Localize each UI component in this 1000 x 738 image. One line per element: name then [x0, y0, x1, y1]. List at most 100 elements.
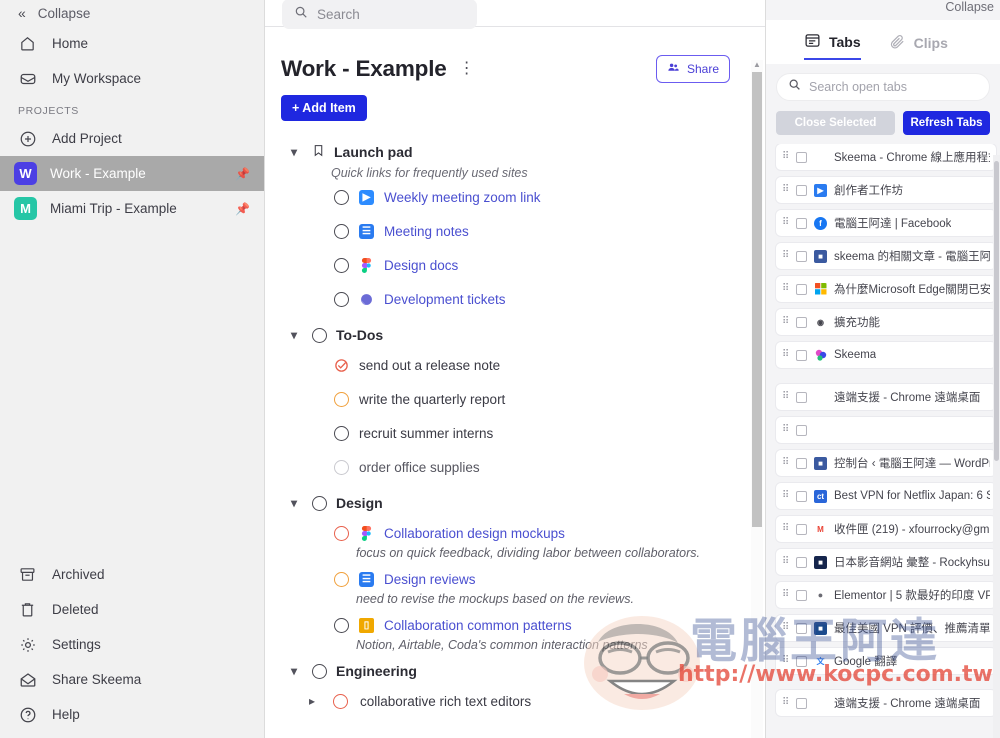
tree-item[interactable]: write the quarterly report [281, 382, 730, 416]
scroll-up-arrow-icon[interactable]: ▲ [753, 60, 761, 69]
tab-row[interactable]: ⠿ f 電腦王阿達 | Facebook [776, 210, 996, 236]
tab-checkbox[interactable] [796, 283, 807, 295]
tree-item[interactable]: send out a release note [281, 348, 730, 382]
tab-row[interactable]: ⠿ 文 Google 翻譯 [776, 648, 996, 674]
drag-handle-icon[interactable]: ⠿ [782, 350, 789, 360]
tree-item[interactable]: ☰ Design reviews [281, 562, 730, 596]
tab-checkbox[interactable] [796, 316, 807, 328]
tab-checkbox[interactable] [796, 523, 807, 535]
chevron-down-icon[interactable]: ▾ [291, 664, 303, 678]
chevron-down-icon[interactable]: ▾ [291, 145, 303, 159]
tab-checkbox[interactable] [796, 349, 807, 361]
sidebar-item-my-workspace[interactable]: My Workspace [0, 61, 264, 96]
tab-row[interactable]: ⠿ ● Elementor | 5 款最好的印度 VPN .. [776, 582, 996, 608]
group-header[interactable]: ▾ Launch pad [281, 139, 730, 165]
drag-handle-icon[interactable]: ⠿ [782, 251, 789, 261]
item-label[interactable]: collaborative rich text editors [360, 694, 531, 709]
tab-row[interactable]: ⠿ ◐ 遠端支援 - Chrome 遠端桌面 [776, 384, 996, 410]
chevron-right-icon[interactable]: ▸ [309, 694, 321, 708]
drag-handle-icon[interactable]: ⠿ [782, 185, 789, 195]
drag-handle-icon[interactable]: ⠿ [782, 152, 789, 162]
drag-handle-icon[interactable]: ⠿ [782, 317, 789, 327]
sidebar-item-settings[interactable]: Settings [0, 627, 264, 662]
tab-checkbox[interactable] [796, 184, 807, 196]
drag-handle-icon[interactable]: ⠿ [782, 218, 789, 228]
item-label[interactable]: order office supplies [359, 460, 480, 475]
status-circle-icon[interactable] [334, 189, 349, 205]
sidebar-item-archived[interactable]: Archived [0, 557, 264, 592]
status-circle-icon[interactable] [334, 459, 349, 475]
more-options-icon[interactable]: ⋮ [459, 61, 475, 77]
item-label[interactable]: Collaboration design mockups [384, 526, 565, 541]
close-selected-button[interactable]: Close Selected [776, 111, 895, 135]
status-circle-icon[interactable] [334, 291, 349, 307]
chevron-down-icon[interactable]: ▾ [291, 496, 303, 510]
item-label[interactable]: Development tickets [384, 292, 506, 307]
search-input[interactable]: Search [282, 0, 477, 29]
item-label[interactable]: Collaboration common patterns [384, 618, 572, 633]
center-scrollbar[interactable]: ▲ [751, 60, 763, 738]
tree-item[interactable]: Development tickets [281, 282, 730, 316]
add-project-button[interactable]: Add Project [0, 121, 264, 156]
status-circle-icon[interactable] [312, 327, 327, 343]
drag-handle-icon[interactable]: ⠿ [782, 491, 789, 501]
tab-row[interactable]: ⠿ ◐ 遠端支援 - Chrome 遠端桌面 [776, 690, 996, 716]
tree-item[interactable]: ▶ Weekly meeting zoom link [281, 180, 730, 214]
tree-item[interactable]: ▸ collaborative rich text editors [281, 684, 730, 718]
drag-handle-icon[interactable]: ⠿ [782, 698, 789, 708]
tab-row[interactable]: ⠿ ■ 控制台 ‹ 電腦王阿達 — WordPre.. [776, 450, 996, 476]
drag-handle-icon[interactable]: ⠿ [782, 425, 789, 435]
tab-row[interactable]: ⠿ ■ 最佳美國 VPN 評價、推薦清單 | [776, 615, 996, 641]
item-label[interactable]: Weekly meeting zoom link [384, 190, 541, 205]
item-label[interactable]: Meeting notes [384, 224, 469, 239]
sidebar-item-share-skeema[interactable]: Share Skeema [0, 662, 264, 697]
status-circle-icon[interactable] [312, 495, 327, 511]
tab-checkbox[interactable] [796, 391, 807, 403]
tab-tabs[interactable]: Tabs [804, 32, 861, 60]
tree-item[interactable]: recruit summer interns [281, 416, 730, 450]
tab-checkbox[interactable] [796, 697, 807, 709]
tab-row[interactable]: ⠿ [776, 417, 996, 443]
item-label[interactable]: recruit summer interns [359, 426, 493, 441]
sidebar-project-work-example[interactable]: W Work - Example 📌 [0, 156, 264, 191]
tab-checkbox[interactable] [796, 490, 807, 502]
sidebar-item-deleted[interactable]: Deleted [0, 592, 264, 627]
group-header[interactable]: ▾ Engineering [281, 658, 730, 684]
tab-row[interactable]: ⠿ ■ skeema 的相關文章 - 電腦王阿達 [776, 243, 996, 269]
add-item-button[interactable]: + Add Item [281, 95, 367, 121]
refresh-tabs-button[interactable]: Refresh Tabs [903, 111, 990, 135]
status-circle-icon[interactable] [334, 257, 349, 273]
pin-icon[interactable]: 📌 [235, 202, 250, 216]
status-circle-icon[interactable] [334, 425, 349, 441]
tab-row[interactable]: ⠿ ◐ Skeema - Chrome 線上應用程式 [776, 144, 996, 170]
status-circle-icon[interactable] [334, 391, 349, 407]
tab-search-input[interactable]: Search open tabs [776, 73, 990, 101]
share-button[interactable]: Share [655, 55, 730, 83]
tab-checkbox[interactable] [796, 589, 807, 601]
tree-item[interactable]: Collaboration design mockups [281, 516, 730, 550]
group-header[interactable]: ▾ Design [281, 490, 730, 516]
tab-row[interactable]: ⠿ M 收件匣 (219) - xfourrocky@gmai.. [776, 516, 996, 542]
scrollbar-thumb[interactable] [752, 72, 762, 527]
drag-handle-icon[interactable]: ⠿ [782, 656, 789, 666]
drag-handle-icon[interactable]: ⠿ [782, 284, 789, 294]
tab-row[interactable]: ⠿ Skeema [776, 342, 996, 368]
tree-item[interactable]: ▯ Collaboration common patterns [281, 608, 730, 642]
item-label[interactable]: Design reviews [384, 572, 476, 587]
sidebar-collapse-button[interactable]: « Collapse [0, 0, 264, 26]
tab-row[interactable]: ⠿ ◉ 擴充功能 [776, 309, 996, 335]
tab-row[interactable]: ⠿ ▶ 創作者工作坊 [776, 177, 996, 203]
status-check-icon[interactable] [334, 358, 349, 373]
drag-handle-icon[interactable]: ⠿ [782, 458, 789, 468]
chevron-down-icon[interactable]: ▾ [291, 328, 303, 342]
right-panel-scrollbar[interactable] [993, 155, 1000, 738]
scrollbar-thumb[interactable] [994, 161, 999, 461]
tab-row[interactable]: ⠿ ct Best VPN for Netflix Japan: 6 Stil.… [776, 483, 996, 509]
tab-row[interactable]: ⠿ 為什麼Microsoft Edge關閉已安.. [776, 276, 996, 302]
status-circle-icon[interactable] [334, 525, 349, 541]
tab-checkbox[interactable] [796, 556, 807, 568]
tab-row[interactable]: ⠿ ■ 日本影音網站 彙整 - Rockyhsu [776, 549, 996, 575]
tab-checkbox[interactable] [796, 457, 807, 469]
group-header[interactable]: ▾ To-Dos [281, 322, 730, 348]
status-circle-icon[interactable] [333, 693, 348, 709]
